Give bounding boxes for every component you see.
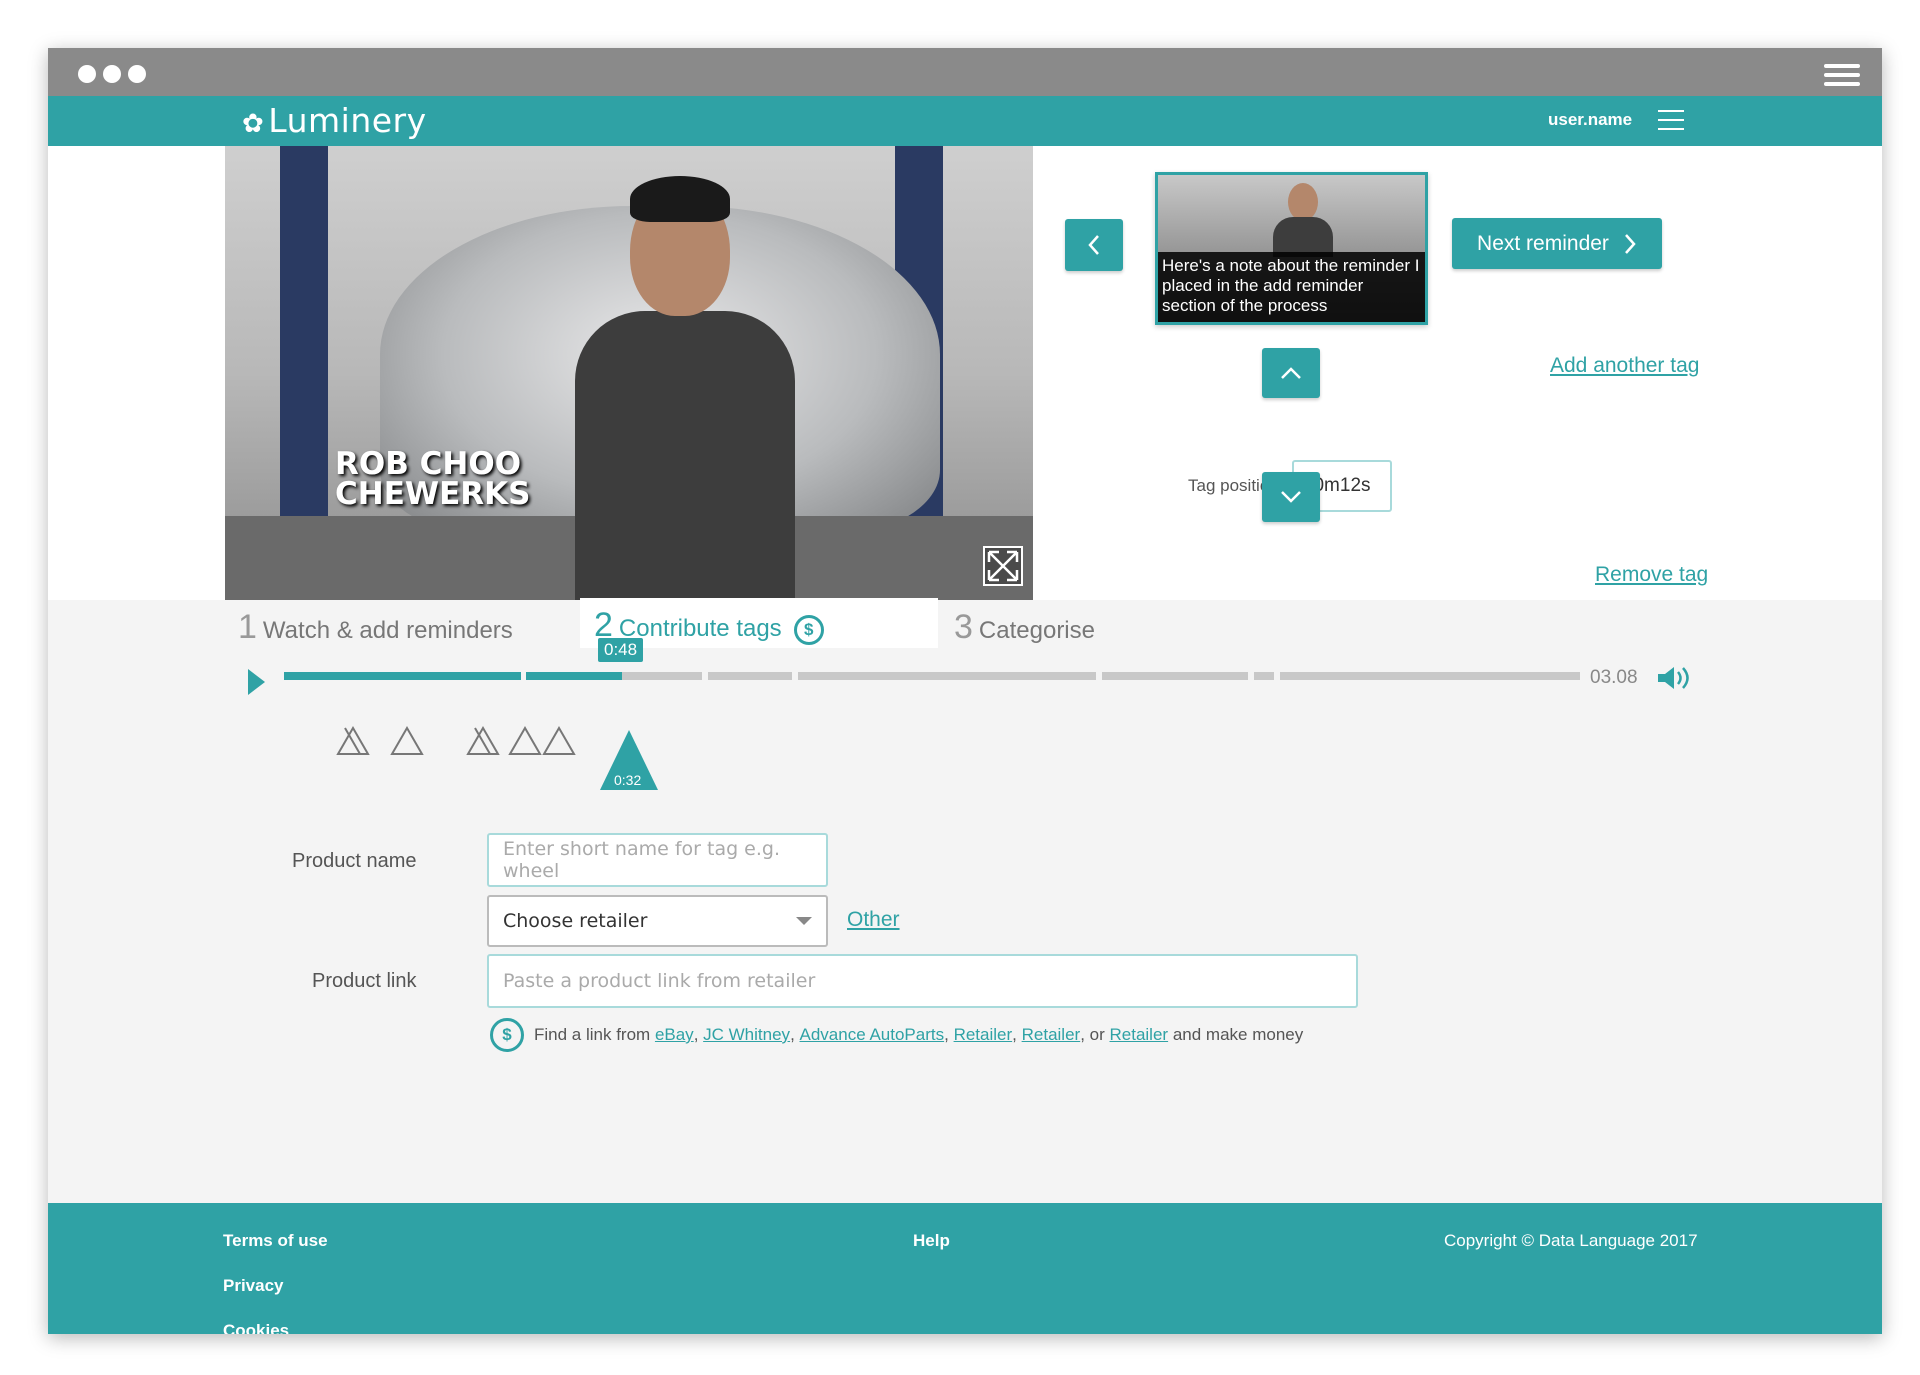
other-retailer-link[interactable]: Other <box>847 908 900 932</box>
retailer-link[interactable]: Retailer <box>954 1025 1013 1045</box>
app-header: ✿ Luminery user.name <box>48 96 1882 146</box>
timeline-segment <box>526 672 622 680</box>
next-reminder-button[interactable]: Next reminder <box>1452 218 1662 269</box>
menu-icon[interactable] <box>1658 110 1684 132</box>
timeline-segment <box>1102 672 1248 680</box>
tag-marker-icon[interactable] <box>390 726 424 756</box>
chevron-up-icon <box>1281 367 1301 379</box>
thumbnail-presenter-head <box>1288 183 1318 221</box>
active-tag-time: 0:32 <box>614 772 642 788</box>
video-scene-presenter-hair <box>630 176 730 222</box>
window-dot[interactable] <box>128 65 146 83</box>
browser-menu-icon[interactable] <box>1824 64 1860 88</box>
copyright-text: Copyright © Data Language 2017 <box>1444 1231 1698 1250</box>
tag-marker-icon[interactable] <box>508 726 542 756</box>
video-timeline[interactable] <box>284 672 1580 680</box>
tag-position-up-button[interactable] <box>1262 348 1320 398</box>
browser-window: ✿ Luminery user.name ROB CHOO CHEWERKS H… <box>48 48 1882 1334</box>
logo[interactable]: ✿ Luminery <box>242 101 427 140</box>
chevron-left-icon <box>1088 235 1099 255</box>
window-dot[interactable] <box>103 65 121 83</box>
retailer-select[interactable]: Choose retailer <box>487 895 828 947</box>
video-caption: ROB CHOO CHEWERKS <box>335 446 531 512</box>
timeline-segment <box>798 672 1096 680</box>
step-watch-add-reminders[interactable]: 1 Watch & add reminders <box>238 608 513 647</box>
tag-marker-icon[interactable] <box>336 726 370 756</box>
add-another-tag-link[interactable]: Add another tag <box>1550 354 1699 378</box>
volume-icon[interactable] <box>1656 664 1692 692</box>
video-player[interactable]: ROB CHOO CHEWERKS <box>225 146 1033 600</box>
tag-marker-icon[interactable] <box>466 726 500 756</box>
previous-reminder-button[interactable] <box>1065 219 1123 271</box>
retailer-link[interactable]: Retailer <box>1110 1025 1169 1045</box>
logo-mark-icon: ✿ <box>242 109 265 139</box>
main-panel: ROB CHOO CHEWERKS Here's a note about th… <box>48 146 1882 600</box>
tag-marker-icon[interactable] <box>542 726 576 756</box>
cookies-link[interactable]: Cookies <box>223 1321 289 1334</box>
timeline-segment <box>284 672 521 680</box>
retailer-link-jc-whitney[interactable]: JC Whitney <box>703 1025 790 1045</box>
timeline-segment <box>622 672 702 680</box>
tag-position-down-button[interactable] <box>1262 472 1320 522</box>
remove-tag-link[interactable]: Remove tag <box>1595 563 1708 587</box>
thumbnail-presenter-body <box>1273 217 1333 257</box>
help-link[interactable]: Help <box>913 1231 950 1251</box>
dollar-coin-icon: $ <box>490 1018 524 1052</box>
play-icon[interactable] <box>248 669 265 695</box>
reminder-thumbnail[interactable]: Here's a note about the reminder I place… <box>1155 172 1428 325</box>
chevron-right-icon <box>1625 233 1636 254</box>
retailer-link[interactable]: Retailer <box>1022 1025 1081 1045</box>
product-name-label: Product name <box>292 850 417 872</box>
product-link-input[interactable]: Paste a product link from retailer <box>487 954 1358 1008</box>
timeline-segment <box>708 672 792 680</box>
step-categorise[interactable]: 3 Categorise <box>954 608 1095 647</box>
footer: Terms of use Privacy Cookies Help Copyri… <box>48 1203 1882 1334</box>
chevron-down-icon <box>1281 491 1301 503</box>
reminder-note: Here's a note about the reminder I place… <box>1158 252 1425 322</box>
retailer-hint: $ Find a link from eBay, JC Whitney, Adv… <box>490 1018 1303 1052</box>
product-name-input[interactable]: Enter short name for tag e.g. wheel <box>487 833 828 887</box>
username[interactable]: user.name <box>1548 110 1632 130</box>
fullscreen-icon[interactable] <box>983 546 1023 586</box>
retailer-link-ebay[interactable]: eBay <box>655 1025 694 1045</box>
end-time: 03.08 <box>1590 667 1638 688</box>
timeline-segment <box>1280 672 1580 680</box>
video-scene-presenter <box>575 311 795 600</box>
window-dot[interactable] <box>78 65 96 83</box>
window-chrome <box>48 48 1882 96</box>
dollar-coin-icon: $ <box>793 614 824 645</box>
chevron-down-icon <box>796 917 812 925</box>
terms-of-use-link[interactable]: Terms of use <box>223 1231 328 1251</box>
privacy-link[interactable]: Privacy <box>223 1276 284 1296</box>
current-time-badge: 0:48 <box>598 638 644 662</box>
product-link-label: Product link <box>312 970 417 992</box>
retailer-link-advance-autoparts[interactable]: Advance AutoParts <box>800 1025 945 1045</box>
timeline-segment <box>1254 672 1274 680</box>
